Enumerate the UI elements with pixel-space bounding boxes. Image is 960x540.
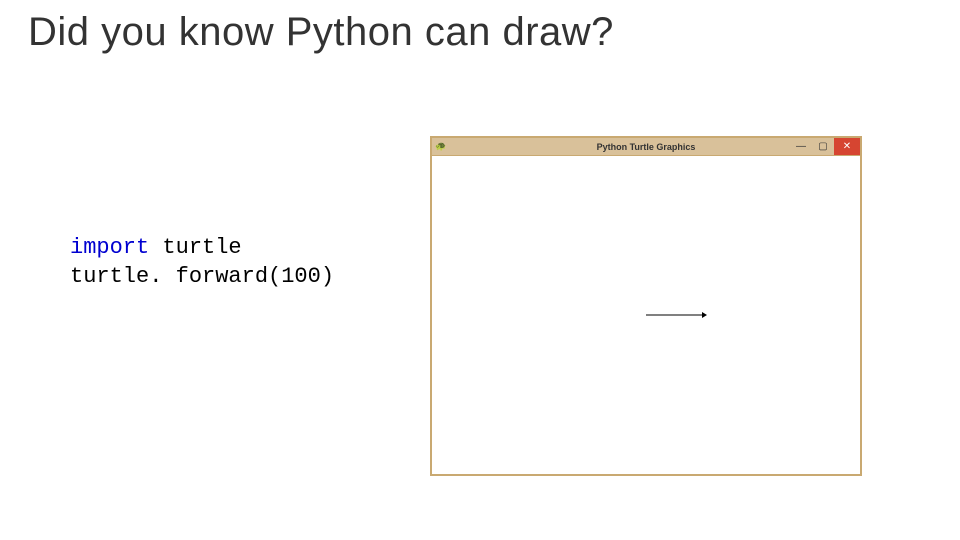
module-turtle: turtle: [149, 235, 241, 260]
turtle-cursor-icon: [702, 312, 707, 318]
turtle-icon: 🐢: [436, 142, 446, 152]
window-title: Python Turtle Graphics: [597, 142, 696, 152]
close-button[interactable]: ✕: [834, 138, 860, 155]
code-line-2: turtle. forward(100): [70, 263, 334, 292]
code-block: import turtle turtle. forward(100): [70, 234, 334, 291]
window-titlebar[interactable]: 🐢 Python Turtle Graphics — ▢ ✕: [432, 138, 860, 156]
window-controls: — ▢ ✕: [790, 138, 860, 155]
slide-title: Did you know Python can draw?: [28, 10, 614, 55]
turtle-canvas: [432, 156, 860, 474]
turtle-drawn-line: [646, 315, 704, 316]
maximize-button[interactable]: ▢: [812, 138, 834, 155]
code-line-1: import turtle: [70, 234, 334, 263]
keyword-import: import: [70, 235, 149, 260]
turtle-graphics-window: 🐢 Python Turtle Graphics — ▢ ✕: [430, 136, 862, 476]
minimize-button[interactable]: —: [790, 138, 812, 155]
